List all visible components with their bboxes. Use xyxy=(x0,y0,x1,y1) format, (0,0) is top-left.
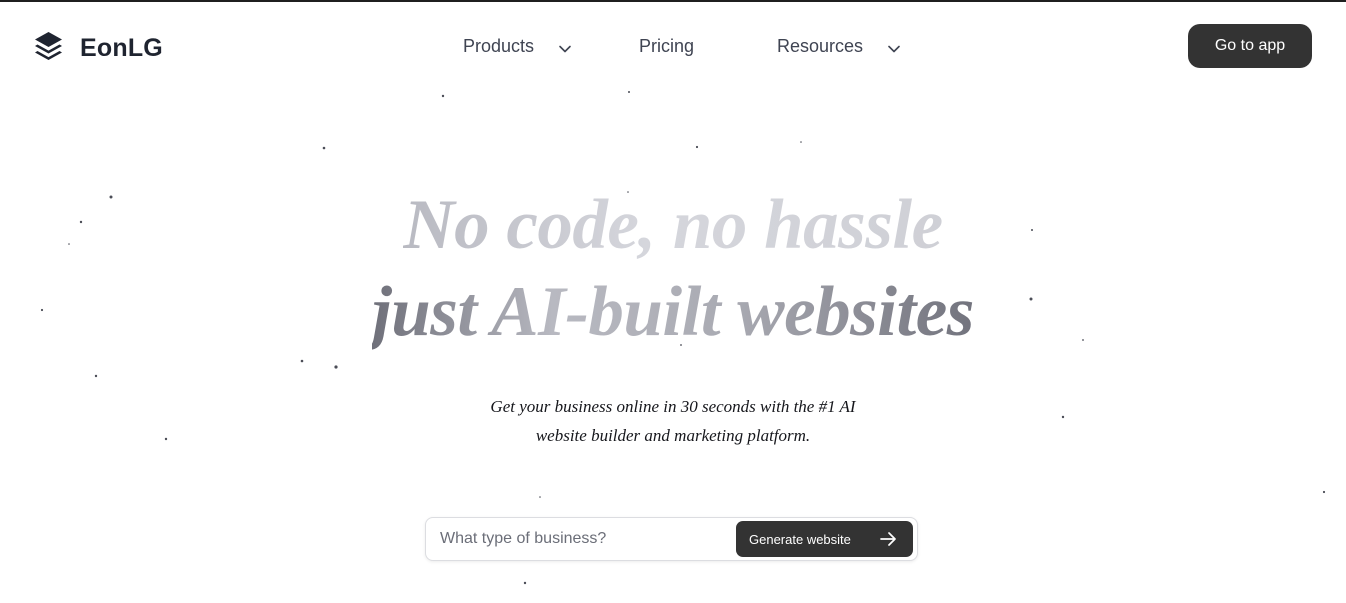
hero-subtitle-line2: website builder and marketing platform. xyxy=(535,426,811,445)
go-to-app-button[interactable]: Go to app xyxy=(1188,24,1312,68)
business-search-form: Generate website xyxy=(425,517,918,561)
chevron-down-icon xyxy=(558,40,572,54)
chevron-down-icon xyxy=(887,40,901,54)
generate-website-label: Generate website xyxy=(749,531,851,547)
hero-subtitle-line1: Get your business online in 30 seconds w… xyxy=(490,397,856,416)
hero-subtitle: Get your business online in 30 seconds w… xyxy=(0,392,1346,450)
nav-resources-label: Resources xyxy=(777,36,864,56)
brand-name: EonLG xyxy=(80,33,163,62)
nav-resources[interactable]: Resources xyxy=(777,36,901,57)
generate-website-button[interactable]: Generate website xyxy=(736,521,913,557)
hero-title-line1: No code, no hassle xyxy=(0,190,1346,261)
brand-logo[interactable]: EonLG xyxy=(33,30,163,66)
hero-title-line1-text: No code, no hassle xyxy=(403,186,943,264)
hero-title-line2-text: just AI-built websites xyxy=(372,273,974,351)
nav-pricing[interactable]: Pricing xyxy=(639,36,694,57)
top-navbar: EonLG Products Pricing Resources Go to a… xyxy=(0,2,1346,94)
business-type-input[interactable] xyxy=(440,528,730,550)
hero-title-line2: just AI-built websites xyxy=(0,277,1346,348)
nav-pricing-label: Pricing xyxy=(639,36,695,56)
nav-products-label: Products xyxy=(463,36,535,56)
nav-products[interactable]: Products xyxy=(463,36,572,57)
layers-icon xyxy=(33,30,64,66)
